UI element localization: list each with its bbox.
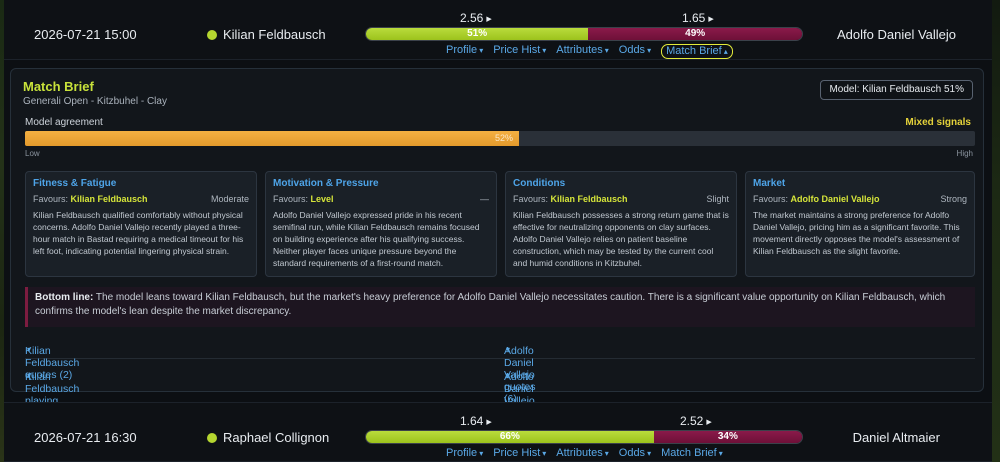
match-links: Profile ▾ Price Hist ▾ Attributes ▾ Odds ▾ M… [446,44,733,59]
odds2-value: 1.65 [682,11,706,25]
odds-arrow-icon: ▶ [708,16,714,23]
factor-card: Market Favours: Adolfo Daniel Vallejo Str… [745,171,975,277]
prob1-segment: 66% [366,431,654,443]
prob2-segment: 34% [653,431,802,443]
serve-indicator-icon [207,432,217,443]
factor-card: Motivation & Pressure Favours: Level — Ad… [265,171,497,277]
factor-favours: Favours: Adolfo Daniel Vallejo Strong [753,194,967,204]
brief-subtitle: Generali Open - Kitzbuhel - Clay [23,96,167,107]
factor-title: Market [753,178,786,189]
agreement-value: 52% [494,133,513,143]
bottom-line: Bottom line: The model leans toward Kili… [25,287,975,327]
brief-title: Match Brief [23,79,94,94]
odds1[interactable]: 1.64 ▶ [460,414,492,428]
player1-name: Raphael Collignon [223,430,330,445]
style-row: Kilian Feldbausch playing style▾ Adolfo … [25,371,537,431]
link-match-brief[interactable]: Match Brief ▾ [661,447,723,459]
link-attributes[interactable]: Attributes ▾ [556,447,608,459]
factor-text: Kilian Feldbausch possesses a strong ret… [513,210,729,268]
factor-favours: Favours: Level — [273,194,489,204]
quotes-row: Kilian Feldbausch quotes (2) ▾ Adolfo Dan… [25,335,975,405]
win-probability-bar: 66% 34% [365,430,803,444]
player2-name[interactable]: Daniel Altmaier [853,430,940,445]
factor-favours: Favours: Kilian Feldbausch Moderate [33,194,249,204]
link-match-brief[interactable]: Match Brief ▴ [661,44,733,59]
link-profile[interactable]: Profile ▾ [446,44,483,59]
match-date: 2026-07-21 16:30 [34,430,137,445]
factor-text: The market maintains a strong preference… [753,210,960,256]
factor-text: Adolfo Daniel Vallejo expressed pride in… [273,210,480,268]
factor-title: Conditions [513,178,566,189]
factor-card: Fitness & Fatigue Favours: Kilian Feldba… [25,171,257,277]
match-row[interactable]: 2026-07-21 15:00 Kilian Feldbausch 2.56 ▶… [4,0,992,60]
player1[interactable]: Kilian Feldbausch [207,27,326,42]
prob1-segment: 51% [366,28,589,40]
link-profile[interactable]: Profile ▾ [446,447,483,459]
match-list: 2026-07-21 15:00 Kilian Feldbausch 2.56 ▶… [4,0,992,462]
player1-name: Kilian Feldbausch [223,27,326,42]
prob2-segment: 49% [588,28,802,40]
odds2-value: 2.52 [680,414,704,428]
link-odds[interactable]: Odds ▾ [619,447,651,459]
player2-name[interactable]: Adolfo Daniel Vallejo [837,27,956,42]
link-odds[interactable]: Odds ▾ [619,44,651,59]
odds1[interactable]: 2.56 ▶ [460,11,492,25]
model-pick-badge: Model: Kilian Feldbausch 51% [820,80,973,100]
signal-label: Mixed signals [905,117,971,128]
odds2[interactable]: 1.65 ▶ [682,11,714,25]
odds-arrow-icon: ▶ [486,16,492,23]
factor-card: Conditions Favours: Kilian Feldbausch Sli… [505,171,737,277]
odds1-value: 1.64 [460,414,484,428]
factor-favours: Favours: Kilian Feldbausch Slight [513,194,729,204]
player1[interactable]: Raphael Collignon [207,430,329,445]
agreement-high-label: High [956,149,973,158]
odds-arrow-icon: ▶ [706,419,712,426]
agreement-bar: 52% [25,131,975,146]
odds2[interactable]: 2.52 ▶ [680,414,712,428]
match-date: 2026-07-21 15:00 [34,27,137,42]
win-probability-bar: 51% 49% [365,27,803,41]
odds-arrow-icon: ▶ [486,419,492,426]
agreement-fill [25,131,519,146]
match-links: Profile ▾ Price Hist ▾ Attributes ▾ Odds ▾ M… [446,447,723,459]
match-brief-panel: Match Brief Generali Open - Kitzbuhel - … [10,68,984,431]
link-price-hist[interactable]: Price Hist ▾ [493,447,546,459]
odds1-value: 2.56 [460,11,484,25]
agreement-label: Model agreement [25,117,103,128]
match-row[interactable]: 2026-07-21 16:30 Raphael Collignon 1.64 ▶… [4,402,992,462]
link-price-hist[interactable]: Price Hist ▾ [493,44,546,59]
factor-text: Kilian Feldbausch qualified comfortably … [33,210,244,256]
factor-title: Motivation & Pressure [273,178,379,189]
serve-indicator-icon [207,29,217,40]
factor-title: Fitness & Fatigue [33,178,117,189]
agreement-low-label: Low [25,149,40,158]
link-attributes[interactable]: Attributes ▾ [556,44,608,59]
